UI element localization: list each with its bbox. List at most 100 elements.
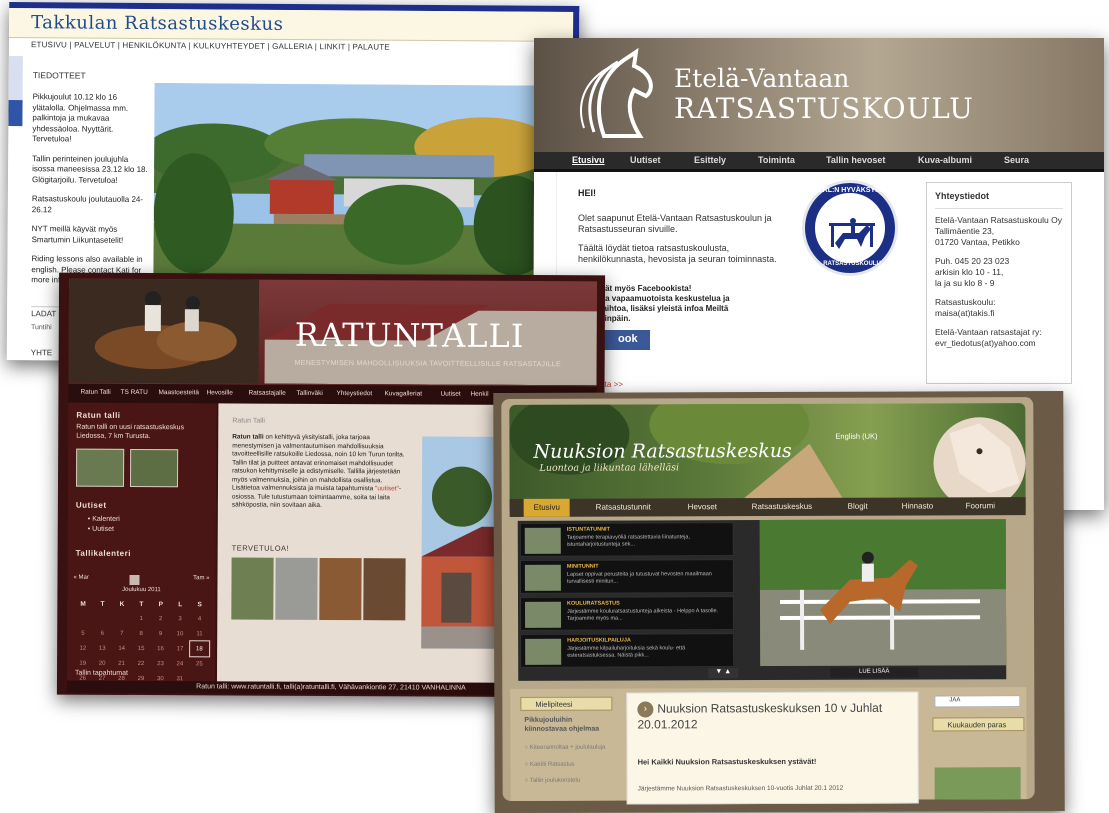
calendar-day[interactable]: 24 xyxy=(170,656,190,671)
calendar-day[interactable]: 13 xyxy=(93,641,113,656)
etela-contact-city: 01720 Vantaa, Petikko xyxy=(935,237,1020,247)
ratun-side-link[interactable]: • Uutiset xyxy=(88,525,120,535)
nuuksio-nav-item[interactable]: Hevoset xyxy=(688,502,717,511)
etela-brand-line1[interactable]: Etelä-Vantaan xyxy=(674,64,849,93)
calendar-day[interactable]: 8 xyxy=(131,626,151,641)
srl-seal-icon: SRL:N HYVÄKSYMÄ RATSASTUSKOULU xyxy=(802,180,898,276)
calendar-day[interactable]: 6 xyxy=(93,626,113,641)
takkula-downloads-link[interactable]: Tuntihi xyxy=(31,324,52,331)
nuuksio-nav-item[interactable]: Foorumi xyxy=(966,501,995,510)
etela-phone-number: Puh. 045 20 23 023 xyxy=(935,256,1010,266)
ratun-nav-item[interactable]: Hevosille xyxy=(206,389,232,396)
calendar-day[interactable]: 14 xyxy=(112,641,132,656)
slider-item[interactable]: ISTUNTATUNNIT Tarjoamme terapiavyöliä ra… xyxy=(519,522,734,557)
slider-item[interactable]: HARJOITUSKILPAILUJA Järjestämme kilpailu… xyxy=(520,633,735,668)
ratun-nav-item[interactable]: Ratsastajalle xyxy=(248,390,285,397)
nuuksio-nav: Etusivu Ratsastustunnit Hevoset Ratsastu… xyxy=(509,497,1026,517)
ratun-side-footer[interactable]: Tallin tapahtumat xyxy=(75,669,128,678)
ratun-nav-item[interactable]: Henkil xyxy=(470,391,488,398)
calendar-day[interactable]: 22 xyxy=(131,656,151,671)
calendar-day[interactable]: 7 xyxy=(112,626,132,641)
calendar-prev-link[interactable]: « Mar xyxy=(73,575,88,581)
event-title[interactable]: › Nuuksion Ratsastuskeskuksen 10 v Juhlat… xyxy=(637,701,917,733)
etela-nav-etusivu[interactable]: Etusivu xyxy=(572,155,605,165)
calendar-day[interactable]: 10 xyxy=(170,626,190,641)
ratun-gallery-photo[interactable] xyxy=(275,557,318,620)
etela-nav-toiminta[interactable]: Toiminta xyxy=(758,155,795,165)
etela-nav-kuva-albumi[interactable]: Kuva-albumi xyxy=(918,155,972,165)
etela-nav-seura[interactable]: Seura xyxy=(1004,155,1029,165)
ratun-thumb-photo[interactable] xyxy=(75,448,125,487)
read-more-button[interactable]: LUE LISÄÄ xyxy=(830,667,919,678)
calendar-day[interactable]: 4 xyxy=(190,611,210,626)
calendar-day[interactable]: 11 xyxy=(190,626,210,641)
nuuksio-nav-item[interactable]: Hinnasto xyxy=(902,501,934,510)
calendar-today-icon[interactable] xyxy=(129,574,140,585)
calendar-day[interactable]: 18 xyxy=(188,640,211,658)
ratun-nav-item[interactable]: Kuvagalleriat xyxy=(384,390,422,397)
ratun-nav-item[interactable]: Ratun Talli xyxy=(80,389,110,396)
etela-brand-line2[interactable]: RATSASTUSKOULU xyxy=(674,92,974,125)
calendar-day[interactable]: 3 xyxy=(170,611,190,626)
etela-nav-tallin-hevoset[interactable]: Tallin hevoset xyxy=(826,155,885,165)
month-best-photo[interactable] xyxy=(934,767,1021,800)
calendar-day[interactable]: 15 xyxy=(131,641,151,656)
calendar-day[interactable]: 23 xyxy=(151,656,171,671)
ratun-thumb-photo[interactable] xyxy=(129,448,179,488)
opinion-button[interactable]: Mielipiteesi xyxy=(520,696,613,711)
ratun-gallery-photo[interactable] xyxy=(319,557,362,621)
slider-item[interactable]: KOULURATSASTUS Järjestämme kouluratsastu… xyxy=(519,596,735,631)
nuuksio-brand[interactable]: Nuuksion Ratsastuskeskus xyxy=(533,440,791,463)
etela-nav-esittely[interactable]: Esittely xyxy=(694,155,726,165)
facebook-button[interactable]: ook xyxy=(598,330,650,350)
nuuksio-nav-item[interactable]: Ratsastustunnit xyxy=(596,502,651,511)
calendar-day[interactable]: 25 xyxy=(190,656,210,671)
calendar-day[interactable]: 12 xyxy=(73,641,93,656)
ratun-sidebar: Ratun talli Ratun talli on uusi ratsastu… xyxy=(66,402,217,682)
etela-club-email[interactable]: evr_tiedotus(at)yahoo.com xyxy=(935,338,1036,348)
calendar-day[interactable]: 9 xyxy=(151,626,171,641)
ratun-side-link-label: Kalenteri xyxy=(92,515,120,523)
nuuksio-nav-etusivu[interactable]: Etusivu xyxy=(523,498,570,517)
nuuksio-tagline: Luontoa ja liikuntaa lähelläsi xyxy=(539,462,680,474)
slider-arrows-icon[interactable]: ▼ ▲ xyxy=(708,668,739,679)
takkula-contact-heading: YHTE xyxy=(30,348,53,358)
ratun-nav-item[interactable]: Maastoesteitä xyxy=(158,389,199,396)
ratun-main-body: on kehittyvä yksityistalli, joka tarjoaa… xyxy=(231,433,405,493)
slider-item-title: ISTUNTATUNNIT xyxy=(566,526,610,533)
nuuksio-poll: Pikkujouluihin kiinnostavaa ohjelmaa ○ K… xyxy=(524,717,616,786)
ratun-nav-item[interactable]: Yhteystiedot xyxy=(336,390,372,397)
calendar-day[interactable]: 17 xyxy=(170,641,190,656)
ratun-gallery-photo[interactable] xyxy=(231,557,274,620)
takkula-logo[interactable]: Takkulan Ratsastuskeskus xyxy=(31,12,283,35)
etela-school-email[interactable]: maisa(at)takis.fi xyxy=(935,308,995,318)
ratun-gallery-photo[interactable] xyxy=(363,558,406,621)
language-selector[interactable]: English (UK) xyxy=(835,432,877,441)
calendar-day[interactable]: 1 xyxy=(132,611,152,626)
etela-facebook-line: idät myös Facebookista! xyxy=(598,284,692,293)
month-best-button[interactable]: Kuukauden paras xyxy=(932,717,1025,732)
poll-option[interactable]: ○ Katrilli Ratsastus xyxy=(525,760,617,769)
takkula-nav[interactable]: ETUSIVU | PALVELUT | HENKILÖKUNTA | KULK… xyxy=(31,40,390,52)
ratun-nav-item[interactable]: Tallinväki xyxy=(296,390,322,397)
etela-nav-uutiset[interactable]: Uutiset xyxy=(630,155,661,165)
ratun-nav-item[interactable]: TS RATU xyxy=(120,389,147,396)
calendar-day xyxy=(112,611,132,626)
nuuksio-nav-item[interactable]: Blogit xyxy=(848,502,868,511)
ratun-news-link[interactable]: "uutiset" xyxy=(375,485,399,492)
poll-option[interactable]: ○ Tallin joulukoristelu xyxy=(525,777,617,786)
ratun-logo[interactable]: RATUNTALLI xyxy=(295,316,525,355)
ratun-side-link[interactable]: • Kalenteri xyxy=(88,515,120,525)
calendar-next-link[interactable]: Tam » xyxy=(193,575,209,581)
slider-item[interactable]: MINITUNNIT Lapset oppivat perusteita ja … xyxy=(519,559,734,594)
calendar-day[interactable]: 16 xyxy=(151,641,171,656)
calendar-day[interactable]: 5 xyxy=(73,626,93,641)
calendar-day[interactable]: 2 xyxy=(151,611,171,626)
nuuksio-nav-item[interactable]: Ratsastuskeskus xyxy=(752,502,812,511)
poll-heading: Pikkujouluihin kiinnostavaa ohjelmaa xyxy=(524,716,600,733)
takkula-news-item: Ratsastuskoulu joulutauolla 24-26.12 xyxy=(31,194,144,214)
poll-option[interactable]: ○ Kiteerannoltaa + joululauluja xyxy=(524,744,616,753)
share-button[interactable]: JAA xyxy=(934,695,1021,708)
ratun-side-title: Tallikalenteri xyxy=(75,548,131,558)
ratun-nav-item[interactable]: Uutiset xyxy=(440,391,460,398)
